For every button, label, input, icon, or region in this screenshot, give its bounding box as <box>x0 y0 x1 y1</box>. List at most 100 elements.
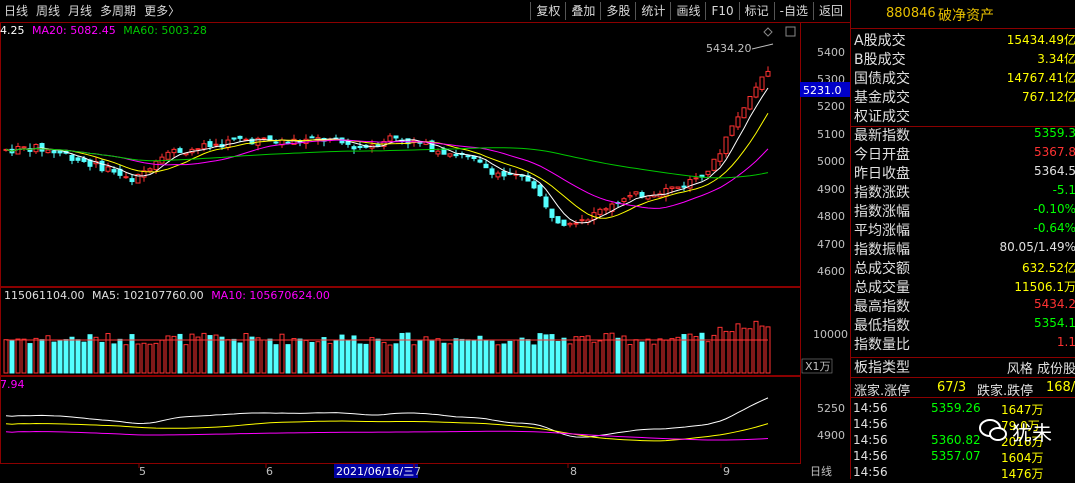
volume-bar <box>459 338 465 374</box>
stat-label: 指数量比 <box>854 337 910 353</box>
volume-bar <box>369 337 375 374</box>
back-button[interactable]: 返回 <box>812 2 848 20</box>
stat-label: 最新指数 <box>854 128 910 144</box>
candle <box>471 156 477 160</box>
volume-bar <box>381 341 387 374</box>
volume-bar <box>471 339 477 374</box>
candle <box>717 153 723 162</box>
volume-bar <box>627 343 633 374</box>
candle <box>501 171 507 177</box>
multi-stock-button[interactable]: 多股 <box>600 2 635 20</box>
candle <box>753 86 759 98</box>
price-legend: 4.25 MA20: 5082.45 MA60: 5003.28 <box>0 24 207 37</box>
panel-toggle-icon[interactable] <box>785 26 796 37</box>
volume-bar <box>33 337 39 374</box>
period-menu: 日线 周线 月线 多周期 更多〉 <box>0 2 184 20</box>
volume-bar <box>321 337 327 374</box>
volume-bar <box>435 338 441 374</box>
candle <box>759 76 765 90</box>
candle <box>273 141 279 144</box>
candle <box>447 153 453 157</box>
volume-bar <box>651 343 657 374</box>
tab-weekly[interactable]: 周线 <box>32 2 64 20</box>
stat-row: 指数量比 1.1 <box>851 334 1075 353</box>
volume-bar <box>171 335 177 374</box>
volume-bar <box>39 339 45 374</box>
tab-monthly[interactable]: 月线 <box>64 2 96 20</box>
volume-bar <box>405 332 411 374</box>
price-axis: 5400 5300 5200 5100 5000 4900 4800 4700 … <box>817 46 845 278</box>
diamond-icon[interactable] <box>763 27 773 37</box>
candle <box>153 160 159 171</box>
indicator-upper-line <box>5 397 769 438</box>
candle <box>483 163 489 169</box>
cursor-date: 2021/06/16/三 <box>336 465 414 478</box>
volume-bar <box>27 343 33 374</box>
tab-multi-period[interactable]: 多周期 <box>96 2 140 20</box>
stat-row: 权证成交 <box>851 106 1075 125</box>
volume-bar <box>327 342 333 374</box>
candle <box>663 187 669 197</box>
stat-row: 指数涨幅 -0.10% <box>851 201 1075 220</box>
volume-bar <box>753 320 759 374</box>
candle <box>81 157 87 162</box>
tab-daily[interactable]: 日线 <box>0 2 32 20</box>
volume-bar <box>315 341 321 374</box>
volume-bar <box>555 340 561 374</box>
candle <box>603 208 609 211</box>
volume-bar <box>75 339 81 374</box>
volume-bar <box>159 339 165 374</box>
stat-label: 权证成交 <box>854 109 910 125</box>
remove-watchlist-button[interactable]: -自选 <box>773 2 813 20</box>
overlay-button[interactable]: 叠加 <box>565 2 600 20</box>
volume-bar <box>303 339 309 374</box>
candle <box>237 135 243 139</box>
volume-bar <box>621 335 627 374</box>
volume-bar <box>375 338 381 374</box>
stat-label: 最高指数 <box>854 299 910 315</box>
volume-bar <box>579 336 585 374</box>
candle <box>675 186 681 189</box>
price-tick: 4700 <box>817 238 845 251</box>
stat-row: 最低指数 5354.1 <box>851 315 1075 334</box>
candle <box>729 125 735 136</box>
volume-bar <box>333 340 339 374</box>
volume-ma5: MA5: 102107760.00 <box>91 289 204 302</box>
tab-more[interactable]: 更多〉 <box>140 2 184 20</box>
stat-label: 总成交量 <box>854 280 910 296</box>
kline-chart[interactable]: 5400 5300 5200 5100 5000 4900 4800 4700 … <box>0 22 850 479</box>
candle <box>711 158 717 171</box>
stats-button[interactable]: 统计 <box>635 2 670 20</box>
period-label[interactable]: 日线 <box>810 464 832 478</box>
volume-bar <box>309 341 315 374</box>
price-tick: 5000 <box>817 155 845 168</box>
candle <box>741 107 747 119</box>
indicator-pane-border <box>0 376 801 464</box>
divider <box>851 126 1075 127</box>
stat-row: 最高指数 5434.2 <box>851 296 1075 315</box>
volume-bar <box>297 338 303 374</box>
candle <box>597 208 603 215</box>
volume-bar <box>273 344 279 374</box>
volume-bar <box>261 339 267 374</box>
volume-bar <box>99 341 105 374</box>
volume-bar <box>15 338 21 374</box>
candle <box>723 136 729 155</box>
panel-header: 880846 破净资产 <box>851 0 1075 28</box>
candle <box>39 143 45 152</box>
draw-line-button[interactable]: 画线 <box>670 2 705 20</box>
stat-value: 3.34亿 <box>1037 52 1075 66</box>
volume-bar <box>147 343 153 374</box>
board-type-value: 风格 成份股 <box>1006 362 1075 377</box>
chart-toolbar: 日线 周线 月线 多周期 更多〉 复权 叠加 多股 统计 画线 F10 标记 -… <box>0 0 850 23</box>
chart-canvas[interactable]: 5400 5300 5200 5100 5000 4900 4800 4700 … <box>0 22 850 479</box>
mark-button[interactable]: 标记 <box>738 2 774 20</box>
adjust-button[interactable]: 复权 <box>530 2 565 20</box>
f10-button[interactable]: F10 <box>705 2 738 20</box>
candle <box>285 141 291 144</box>
volume-bar <box>729 331 735 374</box>
volume-bar <box>543 334 549 374</box>
stat-row: 总成交额 632.52亿 <box>851 258 1075 277</box>
candle <box>633 191 639 195</box>
divider <box>851 28 1075 29</box>
